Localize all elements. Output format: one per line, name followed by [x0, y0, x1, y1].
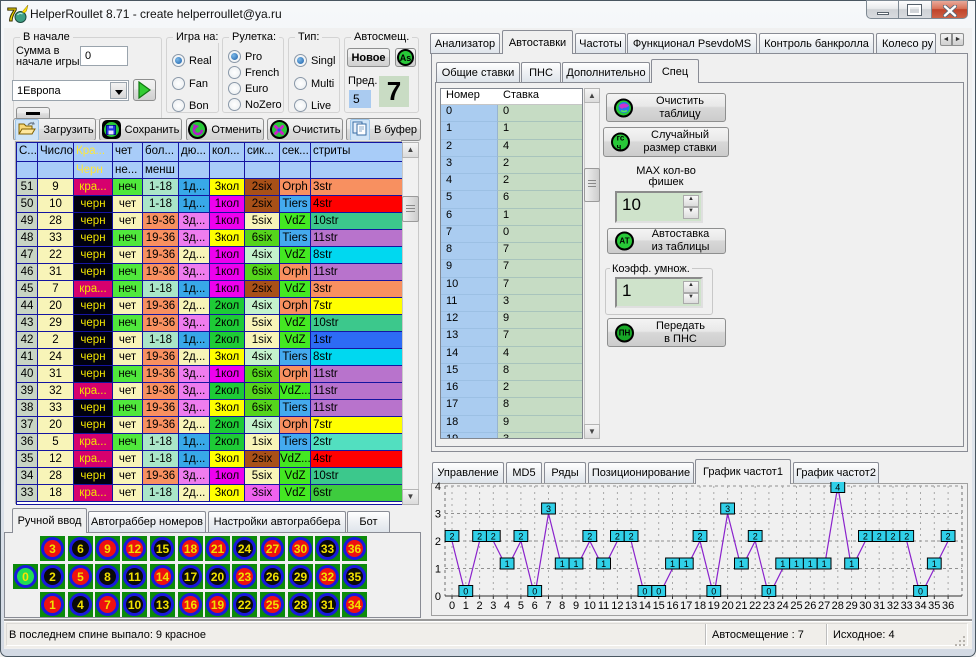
svg-text:2: 2 [904, 531, 909, 541]
svg-text:0: 0 [766, 586, 771, 596]
svg-text:7: 7 [545, 600, 551, 612]
svg-text:8: 8 [559, 600, 565, 612]
svg-text:2: 2 [697, 531, 702, 541]
svg-text:5: 5 [518, 600, 524, 612]
svg-text:2: 2 [946, 531, 951, 541]
svg-text:18: 18 [694, 600, 706, 612]
svg-text:2: 2 [477, 531, 482, 541]
svg-text:22: 22 [749, 600, 761, 612]
svg-text:16: 16 [666, 600, 678, 612]
svg-text:36: 36 [942, 600, 954, 612]
svg-text:1: 1 [739, 559, 744, 569]
svg-text:0: 0 [449, 600, 455, 612]
svg-text:2: 2 [477, 600, 483, 612]
svg-text:2: 2 [587, 531, 592, 541]
svg-text:2: 2 [890, 531, 895, 541]
svg-text:4: 4 [835, 482, 840, 492]
svg-text:2: 2 [518, 531, 523, 541]
svg-text:0: 0 [642, 586, 647, 596]
svg-text:1: 1 [849, 559, 854, 569]
svg-text:30: 30 [859, 600, 871, 612]
svg-text:26: 26 [804, 600, 816, 612]
svg-text:13: 13 [625, 600, 637, 612]
svg-text:25: 25 [790, 600, 802, 612]
svg-text:20: 20 [721, 600, 733, 612]
svg-text:1: 1 [780, 559, 785, 569]
svg-text:2: 2 [615, 531, 620, 541]
svg-text:3: 3 [725, 504, 730, 514]
svg-text:1: 1 [670, 559, 675, 569]
svg-text:23: 23 [763, 600, 775, 612]
svg-text:1: 1 [601, 559, 606, 569]
svg-text:29: 29 [845, 600, 857, 612]
svg-text:1: 1 [463, 600, 469, 612]
svg-text:1: 1 [808, 559, 813, 569]
svg-text:1: 1 [684, 559, 689, 569]
svg-text:17: 17 [680, 600, 692, 612]
svg-text:11: 11 [598, 600, 609, 612]
svg-text:1: 1 [794, 559, 799, 569]
svg-text:12: 12 [611, 600, 623, 612]
svg-text:14: 14 [639, 600, 651, 612]
svg-text:2: 2 [753, 531, 758, 541]
svg-text:31: 31 [873, 600, 885, 612]
svg-text:1: 1 [822, 559, 827, 569]
svg-text:28: 28 [832, 600, 844, 612]
svg-text:2: 2 [877, 531, 882, 541]
svg-text:1: 1 [435, 564, 441, 576]
svg-text:2: 2 [629, 531, 634, 541]
svg-text:2: 2 [491, 531, 496, 541]
svg-text:0: 0 [463, 586, 468, 596]
svg-text:1: 1 [932, 559, 937, 569]
svg-text:9: 9 [573, 600, 579, 612]
svg-text:2: 2 [449, 531, 454, 541]
svg-text:33: 33 [901, 600, 913, 612]
svg-text:2: 2 [863, 531, 868, 541]
svg-text:1: 1 [560, 559, 565, 569]
svg-text:0: 0 [656, 586, 661, 596]
svg-text:32: 32 [887, 600, 899, 612]
svg-text:35: 35 [928, 600, 940, 612]
svg-text:21: 21 [735, 600, 747, 612]
svg-text:1: 1 [505, 559, 510, 569]
svg-text:3: 3 [490, 600, 496, 612]
svg-text:3: 3 [546, 504, 551, 514]
svg-text:0: 0 [435, 591, 441, 603]
svg-text:1: 1 [573, 559, 578, 569]
svg-text:3: 3 [435, 509, 441, 521]
svg-text:15: 15 [653, 600, 665, 612]
svg-text:0: 0 [711, 586, 716, 596]
svg-text:27: 27 [818, 600, 830, 612]
svg-text:4: 4 [435, 482, 441, 493]
svg-text:0: 0 [918, 586, 923, 596]
svg-text:34: 34 [914, 600, 926, 612]
svg-text:10: 10 [584, 600, 596, 612]
svg-text:24: 24 [777, 600, 789, 612]
svg-text:19: 19 [708, 600, 720, 612]
svg-text:2: 2 [435, 536, 441, 548]
svg-text:4: 4 [504, 600, 510, 612]
svg-text:6: 6 [532, 600, 538, 612]
svg-text:0: 0 [532, 586, 537, 596]
